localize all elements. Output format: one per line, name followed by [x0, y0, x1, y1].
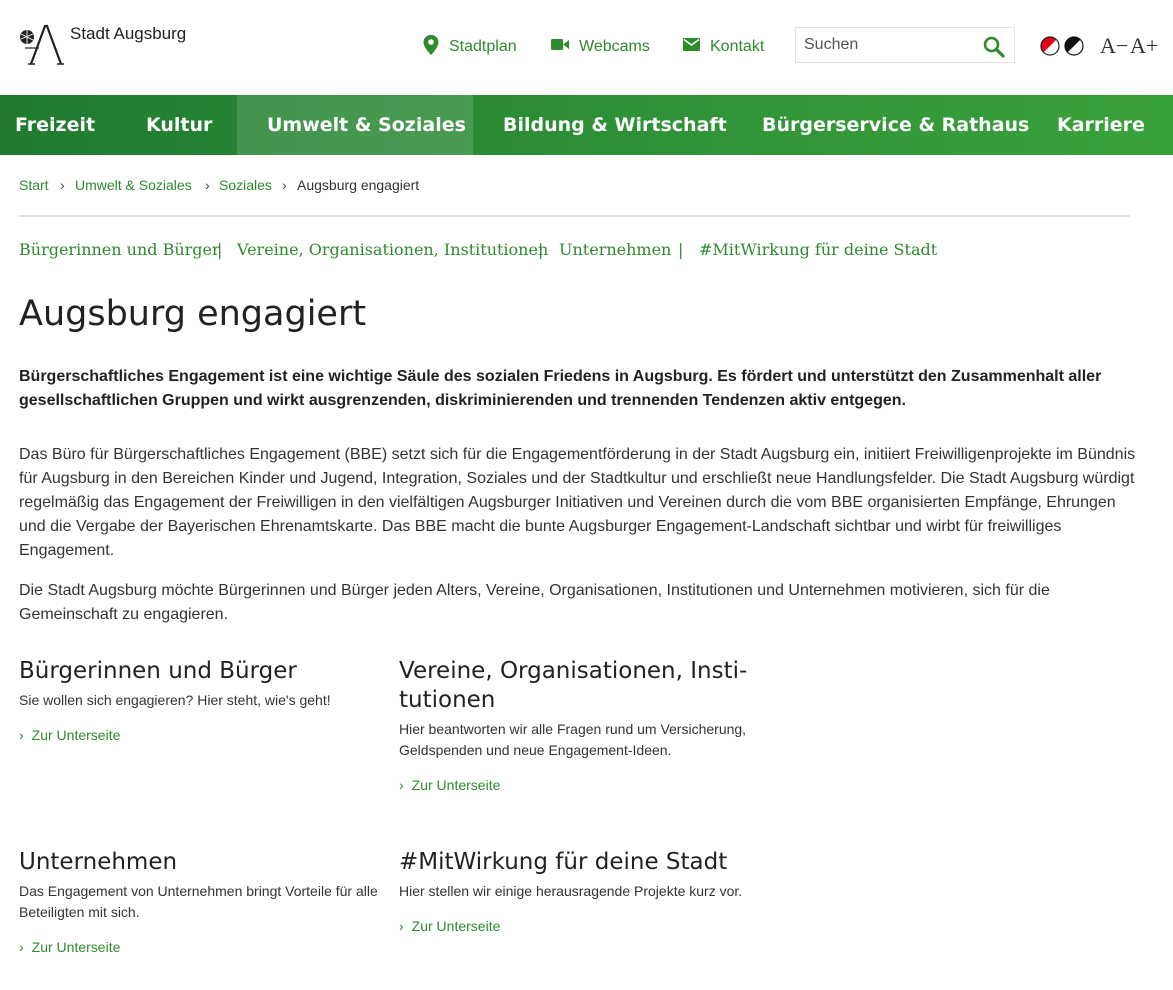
- breadcrumb-start[interactable]: Start: [19, 177, 49, 193]
- subnav-separator: |: [678, 240, 684, 259]
- nav-item-freizeit[interactable]: Freizeit: [0, 95, 117, 155]
- teaser-title: Bürgerinnen und Bürger: [19, 658, 297, 684]
- teaser-link-label: Zur Unterseite: [31, 727, 121, 743]
- contrast-dark-toggle[interactable]: [1064, 36, 1084, 56]
- nav-item-karriere[interactable]: Karriere: [1027, 95, 1173, 155]
- site-name: Stadt Augsburg: [70, 24, 187, 43]
- teaser-text: Sie wollen sich engagieren? Hier steht, …: [19, 692, 331, 708]
- stadtplan-link[interactable]: Stadtplan: [423, 33, 517, 61]
- teaser-link[interactable]: › Zur Unterseite: [19, 939, 379, 955]
- teaser-link-label: Zur Unterseite: [411, 777, 501, 793]
- lead-paragraph: Bürgerschaftliches Engagement ist eine w…: [19, 368, 1102, 409]
- teaser-link-label: Zur Unterseite: [31, 939, 121, 955]
- breadcrumb-separator: ›: [60, 177, 65, 193]
- teaser-text: Hier stellen wir einige herausragende Pr…: [399, 883, 743, 899]
- map-pin-icon: [423, 34, 439, 60]
- teaser-unternehmen: Unternehmen Das Engagement von Unternehm…: [19, 848, 379, 955]
- breadcrumb-umwelt-soziales[interactable]: Umwelt & Soziales: [75, 177, 192, 193]
- subnav-separator: |: [217, 240, 223, 259]
- teaser-link[interactable]: › Zur Unterseite: [399, 777, 769, 793]
- search-input[interactable]: [796, 28, 976, 62]
- teaser-title: Vereine, Organisationen, Insti­tutionen: [399, 658, 748, 713]
- color-contrast-icon: [1040, 36, 1060, 56]
- teaser-text: Das Engagement von Unternehmen bringt Vo…: [19, 883, 378, 920]
- webcams-link[interactable]: Webcams: [551, 33, 650, 61]
- chevron-right-icon: ›: [399, 777, 404, 793]
- main-navigation: Freizeit Kultur Umwelt & Soziales Bildun…: [0, 95, 1173, 155]
- magnifier-icon: [983, 36, 1005, 58]
- breadcrumb-separator: ›: [282, 177, 287, 193]
- kontakt-link[interactable]: Kontakt: [683, 33, 764, 61]
- subnav-separator: |: [538, 240, 544, 259]
- teaser-link[interactable]: › Zur Unterseite: [399, 918, 769, 934]
- page-title: Augsburg engagiert: [19, 294, 367, 334]
- augsburg-pinecone-logo-icon: [20, 24, 64, 65]
- breadcrumb-current: Augsburg engagiert: [297, 177, 420, 193]
- content-divider: [19, 215, 1130, 217]
- nav-item-umwelt-soziales[interactable]: Umwelt & Soziales: [237, 95, 473, 155]
- subnav-vereine[interactable]: Vereine, Organisationen, Institutionen: [237, 240, 548, 259]
- subnav-buergerinnen[interactable]: Bürgerinnen und Bürger: [19, 240, 220, 259]
- teaser-buergerinnen: Bürgerinnen und Bürger Sie wollen sich e…: [19, 657, 379, 743]
- envelope-icon: [683, 38, 700, 56]
- body-paragraph: Die Stadt Augsburg möchte Bürgerinnen un…: [19, 582, 1050, 623]
- site-header: Stadt Augsburg Stadtplan Webcams Kontakt: [0, 0, 1173, 95]
- teaser-link[interactable]: › Zur Unterseite: [19, 727, 379, 743]
- teaser-title: Unternehmen: [19, 849, 178, 875]
- chevron-right-icon: ›: [19, 939, 24, 955]
- nav-item-kultur[interactable]: Kultur: [117, 95, 237, 155]
- teaser-link-label: Zur Unterseite: [411, 918, 501, 934]
- search-button[interactable]: [982, 35, 1006, 59]
- high-contrast-icon: [1064, 36, 1084, 56]
- body-paragraph: Das Büro für Bürgerschaftliches Engageme…: [19, 446, 1136, 559]
- teaser-mitwirkung: #MitWirkung für deine Stadt Hier stellen…: [399, 848, 769, 934]
- chevron-right-icon: ›: [19, 727, 24, 743]
- chevron-right-icon: ›: [399, 918, 404, 934]
- teaser-vereine: Vereine, Organisationen, Insti­tutionen …: [399, 657, 769, 793]
- kontakt-label: Kontakt: [710, 38, 765, 55]
- breadcrumb-separator: ›: [205, 177, 210, 193]
- nav-item-bildung-wirtschaft[interactable]: Bildung & Wirtschaft: [473, 95, 732, 155]
- webcams-label: Webcams: [579, 38, 650, 55]
- search-box: [795, 27, 1015, 63]
- subnav-unternehmen[interactable]: Unternehmen: [559, 240, 671, 259]
- teaser-text: Hier beantworten wir alle Fragen rund um…: [399, 721, 747, 758]
- contrast-color-toggle[interactable]: [1040, 36, 1060, 56]
- font-decrease-button[interactable]: A−: [1100, 34, 1128, 58]
- stadtplan-label: Stadtplan: [449, 38, 517, 55]
- site-logo[interactable]: Stadt Augsburg: [19, 24, 199, 66]
- subnav-mitwirkung[interactable]: #MitWirkung für deine Stadt: [699, 240, 937, 259]
- font-increase-button[interactable]: A+: [1130, 34, 1158, 58]
- nav-item-buergerservice-rathaus[interactable]: Bürgerservice & Rathaus: [732, 95, 1029, 155]
- teaser-title: #MitWirkung für deine Stadt: [399, 849, 728, 875]
- video-camera-icon: [551, 38, 569, 56]
- accessibility-controls: A− A+: [1038, 34, 1162, 58]
- breadcrumb-soziales[interactable]: Soziales: [219, 177, 272, 193]
